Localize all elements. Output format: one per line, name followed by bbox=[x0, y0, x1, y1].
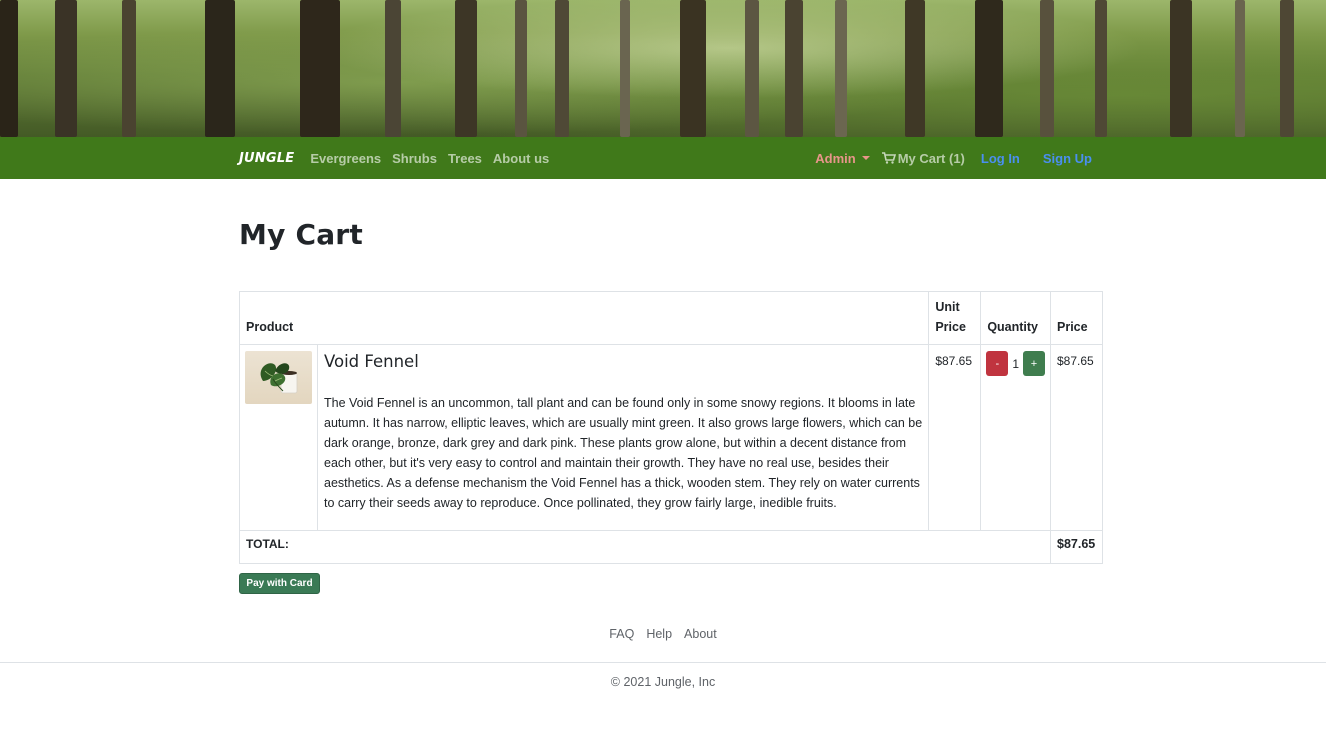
plant-icon bbox=[260, 363, 298, 394]
navbar: JUNGLE Evergreens Shrubs Trees About us … bbox=[0, 137, 1326, 179]
unit-price-cell: $87.65 bbox=[928, 344, 982, 531]
tree-trunk bbox=[55, 0, 77, 137]
cart-header-row: Product Unit Price Quantity Price bbox=[238, 291, 1103, 345]
footer-divider bbox=[0, 662, 1326, 663]
total-row: TOTAL: $87.65 bbox=[239, 530, 1103, 564]
tree-trunk bbox=[1040, 0, 1054, 137]
increment-quantity-button[interactable]: + bbox=[1023, 351, 1045, 376]
total-value: $87.65 bbox=[1050, 530, 1103, 564]
nav-link-shrubs[interactable]: Shrubs bbox=[392, 151, 437, 166]
page-title: My Cart bbox=[239, 218, 363, 251]
tree-trunk bbox=[515, 0, 527, 137]
shopping-cart-icon bbox=[881, 152, 896, 164]
admin-label: Admin bbox=[815, 150, 856, 166]
cart-table: Product Unit Price Quantity Price Void F… bbox=[238, 291, 1103, 564]
product-details-cell: Void Fennel The Void Fennel is an uncomm… bbox=[316, 344, 930, 531]
brand-logo[interactable]: JUNGLE bbox=[239, 151, 294, 166]
column-header-quantity: Quantity bbox=[980, 291, 1051, 345]
product-image-cell bbox=[239, 344, 318, 531]
nav-link-about-us[interactable]: About us bbox=[493, 151, 549, 166]
hero-banner-image bbox=[0, 0, 1326, 137]
quantity-cell: - 1 + bbox=[980, 344, 1051, 531]
admin-dropdown[interactable]: Admin bbox=[815, 150, 870, 166]
forest-light bbox=[0, 0, 1326, 137]
table-row: Void Fennel The Void Fennel is an uncomm… bbox=[239, 344, 1103, 531]
copyright-text: © 2021 Jungle, Inc bbox=[610, 675, 716, 689]
log-in-link[interactable]: Log In bbox=[981, 151, 1020, 166]
pay-with-card-button[interactable]: Pay with Card bbox=[239, 573, 320, 594]
tree-trunk bbox=[975, 0, 1003, 137]
tree-trunk bbox=[785, 0, 803, 137]
my-cart-label: My Cart (1) bbox=[897, 150, 965, 166]
tree-trunk bbox=[555, 0, 569, 137]
tree-trunk bbox=[1280, 0, 1294, 137]
tree-trunk bbox=[835, 0, 847, 137]
tree-trunk bbox=[122, 0, 136, 137]
nav-link-trees[interactable]: Trees bbox=[448, 151, 482, 166]
navbar-right: Admin My Cart (1) Log In Sign Up bbox=[815, 151, 1102, 166]
tree-trunk bbox=[455, 0, 477, 137]
nav-link-evergreens[interactable]: Evergreens bbox=[310, 151, 381, 166]
quantity-stepper: - 1 + bbox=[986, 351, 1045, 376]
column-header-unit-price: Unit Price bbox=[928, 291, 982, 345]
column-header-product: Product bbox=[238, 291, 930, 345]
tree-trunk bbox=[745, 0, 759, 137]
tree-trunk bbox=[385, 0, 401, 137]
decrement-quantity-button[interactable]: - bbox=[986, 351, 1009, 376]
column-header-price: Price bbox=[1050, 291, 1103, 345]
product-description: The Void Fennel is an uncommon, tall pla… bbox=[324, 396, 923, 510]
navbar-container: JUNGLE Evergreens Shrubs Trees About us … bbox=[239, 137, 1102, 179]
tree-trunk bbox=[1235, 0, 1245, 137]
tree-trunk bbox=[620, 0, 630, 137]
my-cart-link[interactable]: My Cart (1) bbox=[881, 150, 965, 166]
footer-links: FAQ Help About bbox=[0, 627, 1326, 641]
product-name[interactable]: Void Fennel bbox=[324, 352, 922, 371]
tree-trunk bbox=[905, 0, 925, 137]
tree-trunk bbox=[1095, 0, 1107, 137]
chevron-down-icon bbox=[861, 156, 870, 160]
footer-link-faq[interactable]: FAQ bbox=[609, 627, 634, 641]
sign-up-link[interactable]: Sign Up bbox=[1043, 151, 1092, 166]
tree-trunk bbox=[0, 0, 18, 137]
tree-trunk bbox=[680, 0, 706, 137]
line-price-cell: $87.65 bbox=[1050, 344, 1103, 531]
tree-trunk bbox=[300, 0, 340, 137]
tree-trunk bbox=[1170, 0, 1192, 137]
tree-trunk bbox=[205, 0, 235, 137]
product-image[interactable] bbox=[245, 351, 312, 404]
footer-link-about[interactable]: About bbox=[684, 627, 717, 641]
quantity-value: 1 bbox=[1012, 356, 1019, 371]
total-label: TOTAL: bbox=[239, 530, 1051, 564]
footer-link-help[interactable]: Help bbox=[646, 627, 672, 641]
